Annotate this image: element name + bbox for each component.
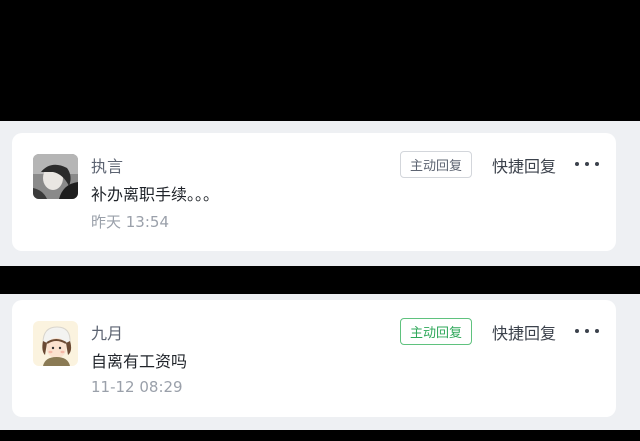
quick-reply-button[interactable]: 快捷回复 — [492, 320, 556, 344]
comment-time: 11-12 08:29 — [91, 378, 183, 396]
comment-card: 执言 补办离职手续。。。 昨天 13:54 主动回复 快捷回复 — [12, 133, 616, 251]
comment-card: 九月 自离有工资吗 11-12 08:29 主动回复 快捷回复 — [12, 300, 616, 417]
comment-text: 自离有工资吗 — [91, 352, 188, 371]
comment-text: 补办离职手续。。。 — [91, 185, 220, 204]
user-avatar-cartoon-girl-icon — [33, 321, 78, 366]
proactive-reply-button[interactable]: 主动回复 — [400, 318, 472, 345]
comment-time: 昨天 13:54 — [91, 213, 169, 231]
user-avatar[interactable] — [33, 321, 78, 366]
more-options-icon[interactable] — [575, 155, 599, 173]
comment-band: 九月 自离有工资吗 11-12 08:29 主动回复 快捷回复 — [0, 294, 640, 430]
username[interactable]: 九月 — [91, 320, 123, 344]
comment-band: 执言 补办离职手续。。。 昨天 13:54 主动回复 快捷回复 — [0, 121, 640, 266]
comment-feed: 执言 补办离职手续。。。 昨天 13:54 主动回复 快捷回复 九月 自离有工资… — [0, 0, 640, 441]
username[interactable]: 执言 — [91, 153, 123, 177]
quick-reply-button[interactable]: 快捷回复 — [492, 153, 556, 177]
proactive-reply-button[interactable]: 主动回复 — [400, 151, 472, 178]
user-avatar-dark-icon — [33, 154, 78, 199]
more-options-icon[interactable] — [575, 322, 599, 340]
user-avatar[interactable] — [33, 154, 78, 199]
